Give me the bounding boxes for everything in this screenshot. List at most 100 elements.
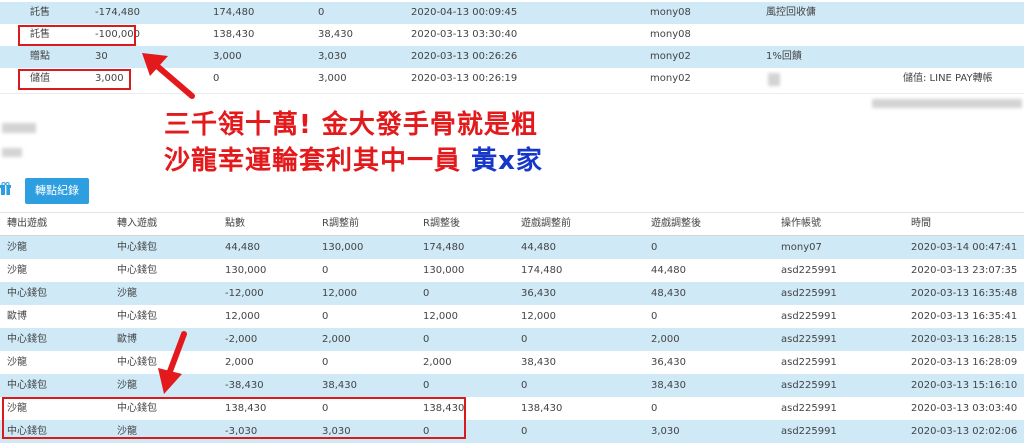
- game-after-cell: 44,480: [651, 265, 686, 276]
- time-cell: 2020-03-13 16:28:15: [911, 334, 1018, 345]
- balance-after-cell: 3,030: [318, 51, 347, 62]
- header-cell: 時間: [911, 218, 931, 229]
- balance-before-cell: 3,000: [213, 51, 242, 62]
- amount-cell: -174,480: [95, 7, 140, 18]
- r-before-cell: 130,000: [322, 242, 364, 253]
- game-before-cell: 138,430: [521, 403, 563, 414]
- r-after-cell: 130,000: [423, 265, 465, 276]
- time-cell: 2020-04-13 00:09:45: [411, 7, 518, 18]
- points-cell: -38,430: [225, 380, 264, 391]
- caption-blue-name: 黃x家: [471, 146, 543, 176]
- table-row: 歐博 中心錢包 12,000 0 12,000 12,000 0 asd225991 2020-…: [0, 305, 1024, 328]
- account-cell: mony08: [650, 7, 691, 18]
- from-game-cell: 中心錢包: [7, 288, 47, 299]
- time-cell: 2020-03-14 00:47:41: [911, 242, 1018, 253]
- operator-cell: asd225991: [781, 403, 837, 414]
- operator-cell: asd225991: [781, 357, 837, 368]
- operator-cell: asd225991: [781, 426, 837, 437]
- table-row: 沙龍 中心錢包 44,480 130,000 174,480 44,480 0 mony07 2…: [0, 236, 1024, 259]
- header-cell: 點數: [225, 218, 245, 229]
- transfer-record-button[interactable]: 轉點紀錄: [25, 178, 89, 204]
- operator-cell: asd225991: [781, 265, 837, 276]
- game-after-cell: 3,030: [651, 426, 680, 437]
- points-cell: -2,000: [225, 334, 258, 345]
- header-cell: R調整前: [322, 218, 359, 229]
- to-game-cell: 中心錢包: [117, 242, 157, 253]
- operator-cell: asd225991: [781, 334, 837, 345]
- game-after-cell: 2,000: [651, 334, 680, 345]
- r-after-cell: 0: [423, 334, 430, 345]
- from-game-cell: 沙龍: [7, 357, 27, 368]
- red-arrow-annotation: [142, 53, 195, 99]
- type-cell: 託售: [30, 7, 50, 18]
- r-before-cell: 12,000: [322, 288, 357, 299]
- time-cell: 2020-03-13 02:02:06: [911, 426, 1018, 437]
- r-after-cell: 12,000: [423, 311, 458, 322]
- points-cell: 130,000: [225, 265, 267, 276]
- time-cell: 2020-03-13 16:35:48: [911, 288, 1018, 299]
- time-cell: 2020-03-13 15:16:10: [911, 380, 1018, 391]
- game-before-cell: 174,480: [521, 265, 563, 276]
- to-game-cell: 沙龍: [117, 288, 137, 299]
- account-cell: mony08: [650, 29, 691, 40]
- redacted-block: [872, 99, 1022, 108]
- table-row: 中心錢包 沙龍 -12,000 12,000 0 36,430 48,430 asd22599…: [0, 282, 1024, 305]
- header-cell: 轉出遊戲: [7, 218, 47, 229]
- game-before-cell: 36,430: [521, 288, 556, 299]
- time-cell: 2020-03-13 16:28:09: [911, 357, 1018, 368]
- red-arrow-annotation: [158, 331, 187, 394]
- remark-cell: 風控回收傭: [766, 7, 816, 18]
- highlight-box: [18, 25, 136, 46]
- time-cell: 2020-03-13 00:26:19: [411, 73, 518, 84]
- r-after-cell: 174,480: [423, 242, 465, 253]
- time-cell: 2020-03-13 03:30:40: [411, 29, 518, 40]
- amount-cell: 30: [95, 51, 108, 62]
- r-before-cell: 0: [322, 265, 329, 276]
- balance-before-cell: 174,480: [213, 7, 255, 18]
- r-before-cell: 2,000: [322, 334, 351, 345]
- caption-red-text: 沙龍幸運輪套利其中一員: [164, 146, 472, 176]
- balance-after-cell: 3,000: [318, 73, 347, 84]
- points-cell: 2,000: [225, 357, 254, 368]
- game-before-cell: 0: [521, 426, 528, 437]
- time-cell: 2020-03-13 03:03:40: [911, 403, 1018, 414]
- game-before-cell: 0: [521, 334, 528, 345]
- redacted-block: [2, 148, 22, 157]
- r-after-cell: 0: [423, 380, 430, 391]
- game-after-cell: 36,430: [651, 357, 686, 368]
- account-cell: mony02: [650, 51, 691, 62]
- time-cell: 2020-03-13 23:07:35: [911, 265, 1018, 276]
- to-game-cell: 中心錢包: [117, 357, 157, 368]
- game-after-cell: 0: [651, 242, 658, 253]
- remark-cell: 1%回饋: [766, 51, 802, 62]
- header-cell: R調整後: [423, 218, 460, 229]
- time-cell: 2020-03-13 00:26:26: [411, 51, 518, 62]
- points-cell: -12,000: [225, 288, 264, 299]
- top-row: 託售 -100,000 138,430 38,430 2020-03-13 03…: [0, 24, 1024, 65]
- from-game-cell: 中心錢包: [7, 334, 47, 345]
- game-after-cell: 0: [651, 311, 658, 322]
- to-game-cell: 中心錢包: [117, 265, 157, 276]
- highlight-box: [18, 69, 131, 90]
- table-header: 轉出遊戲 轉入遊戲 點數 R調整前 R調整後 遊戲調整前 遊戲調整後 操作帳號 …: [0, 212, 1024, 236]
- to-game-cell: 歐博: [117, 334, 137, 345]
- gift-icon[interactable]: [0, 182, 11, 196]
- account-cell: mony02: [650, 73, 691, 84]
- game-before-cell: 12,000: [521, 311, 556, 322]
- r-after-cell: 2,000: [423, 357, 452, 368]
- header-cell: 轉入遊戲: [117, 218, 157, 229]
- highlight-box: [2, 397, 466, 439]
- game-after-cell: 48,430: [651, 288, 686, 299]
- redacted-block: [2, 123, 36, 133]
- time-cell: 2020-03-13 16:35:41: [911, 311, 1018, 322]
- operator-cell: asd225991: [781, 311, 837, 322]
- r-before-cell: 0: [322, 311, 329, 322]
- points-cell: 44,480: [225, 242, 260, 253]
- game-before-cell: 38,430: [521, 357, 556, 368]
- game-before-cell: 0: [521, 380, 528, 391]
- redacted-remark: [768, 73, 780, 86]
- r-before-cell: 38,430: [322, 380, 357, 391]
- table-row: 沙龍 中心錢包 130,000 0 130,000 174,480 44,480 asd225…: [0, 259, 1024, 282]
- balance-after-cell: 0: [318, 7, 325, 18]
- from-game-cell: 沙龍: [7, 242, 27, 253]
